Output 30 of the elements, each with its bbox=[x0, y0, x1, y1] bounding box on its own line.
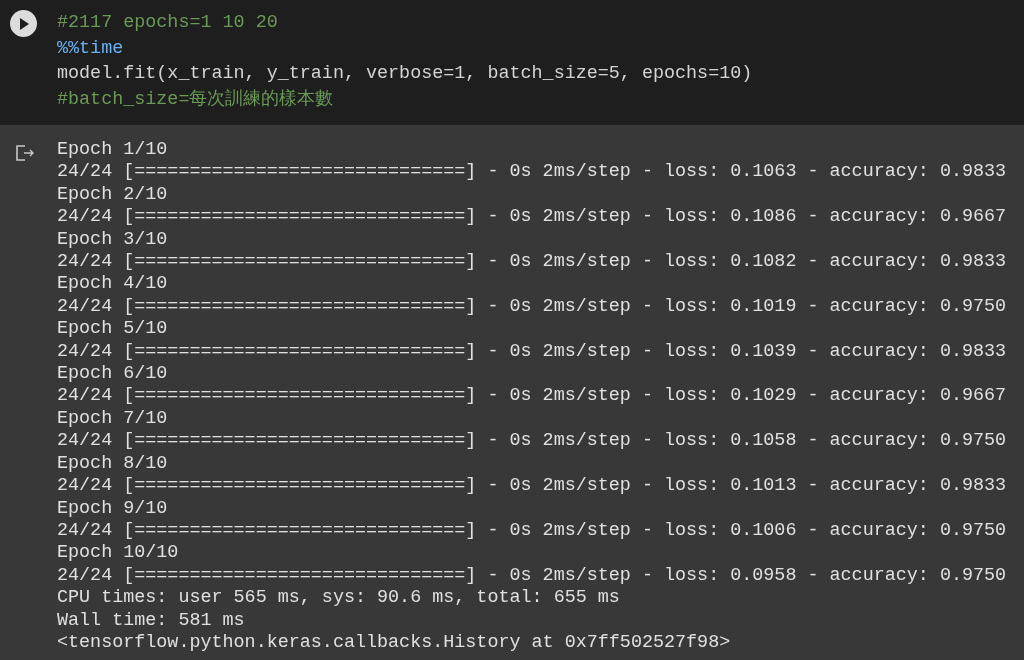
output-line: Epoch 10/10 bbox=[57, 542, 180, 565]
code-comment: #batch_size=每次訓練的樣本數 bbox=[57, 87, 335, 112]
play-icon bbox=[18, 17, 29, 30]
output-line: 24/24 [==============================] - 0s 2ms/step - loss: 0.0958 - accuracy: 0.9750 bbox=[57, 564, 1007, 588]
output-line: Epoch 7/10 bbox=[57, 407, 169, 431]
output-line: 24/24 [==============================] - 0s 2ms/step - loss: 0.1019 - accuracy: 0.9750 bbox=[57, 295, 1007, 319]
output-line: 24/24 [==============================] - 0s 2ms/step - loss: 0.1086 - accuracy: 0.9667 bbox=[57, 206, 1007, 229]
output-line: Epoch 8/10 bbox=[57, 452, 169, 476]
output-line: Epoch 9/10 bbox=[57, 497, 169, 520]
output-line: Epoch 3/10 bbox=[57, 228, 169, 252]
magic-command: %%time bbox=[57, 36, 125, 61]
output-line: 24/24 [==============================] - 0s 2ms/step - loss: 0.1029 - accuracy: 0.9667 bbox=[57, 385, 1007, 408]
output-line: CPU times: user 565 ms, sys: 90.6 ms, total: 655 ms bbox=[57, 587, 621, 610]
output-line: 24/24 [==============================] - 0s 2ms/step - loss: 0.1006 - accuracy: 0.9750 bbox=[57, 519, 1007, 543]
output-line: 24/24 [==============================] - 0s 2ms/step - loss: 0.1058 - accuracy: 0.9750 bbox=[57, 430, 1007, 453]
code-line: model.fit(x_train, y_train, verbose=1, batch_size=5, epochs=10) bbox=[57, 62, 753, 86]
run-button[interactable] bbox=[10, 10, 37, 37]
output-icon bbox=[16, 145, 36, 161]
output-line: 24/24 [==============================] - 0s 2ms/step - loss: 0.1082 - accuracy: 0.9833 bbox=[57, 251, 1007, 274]
output-line: Epoch 6/10 bbox=[57, 363, 169, 386]
output-line: 24/24 [==============================] - 0s 2ms/step - loss: 0.1063 - accuracy: 0.9833 bbox=[57, 161, 1007, 184]
output-line: 24/24 [==============================] - 0s 2ms/step - loss: 0.1039 - accuracy: 0.9833 bbox=[57, 340, 1007, 364]
output-line: Epoch 5/10 bbox=[57, 318, 169, 341]
output-line: Epoch 2/10 bbox=[57, 183, 169, 207]
output-line: <tensorflow.python.keras.callbacks.History at 0x7ff502527f98> bbox=[57, 631, 732, 655]
output-line: 24/24 [==============================] - 0s 2ms/step - loss: 0.1013 - accuracy: 0.9833 bbox=[57, 475, 1007, 498]
output-line: Epoch 4/10 bbox=[57, 273, 169, 296]
code-comment: #2117 epochs=1 10 20 bbox=[57, 11, 279, 35]
output-line: Epoch 1/10 bbox=[57, 139, 169, 162]
output-line: Wall time: 581 ms bbox=[57, 609, 246, 632]
